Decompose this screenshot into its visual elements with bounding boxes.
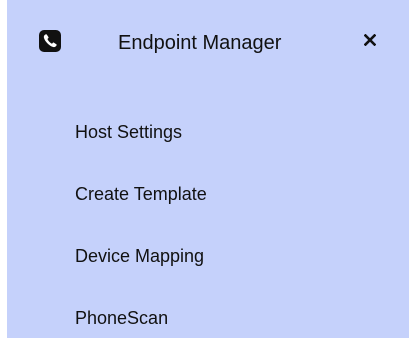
menu-item-device-mapping[interactable]: Device Mapping xyxy=(7,236,409,276)
menu-item-label: Create Template xyxy=(75,183,207,204)
phone-icon xyxy=(39,30,61,52)
menu-item-create-template[interactable]: Create Template xyxy=(7,174,409,214)
menu-item-host-settings[interactable]: Host Settings xyxy=(7,112,409,152)
panel-header: Endpoint Manager xyxy=(7,0,409,86)
menu-item-phonescan[interactable]: PhoneScan xyxy=(7,298,409,338)
menu-item-label: Host Settings xyxy=(75,121,183,142)
menu-item-label: Device Mapping xyxy=(75,245,205,266)
close-icon xyxy=(363,33,377,51)
side-panel: Endpoint Manager Host Settings Create Te… xyxy=(7,0,409,338)
close-button[interactable] xyxy=(358,30,382,54)
menu-item-label: PhoneScan xyxy=(75,307,169,328)
panel-title: Endpoint Manager xyxy=(118,32,282,54)
nav-menu: Host Settings Create Template Device Map… xyxy=(7,112,409,360)
